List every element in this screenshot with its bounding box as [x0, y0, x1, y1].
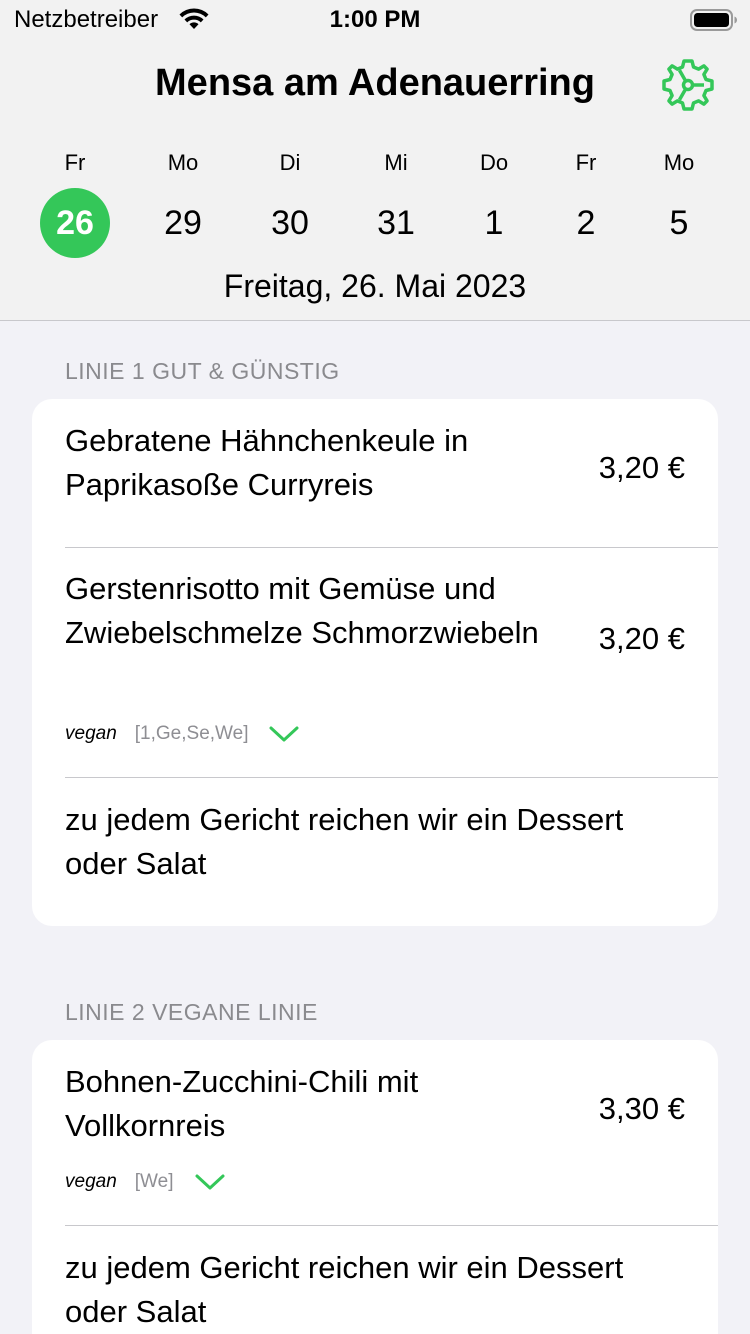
meal-row[interactable]: Bohnen-Zucchini-Chili mit Vollkornreis 3… — [32, 1040, 718, 1225]
day-item-di-30[interactable]: Di 30 — [250, 148, 330, 258]
meal-row[interactable]: zu jedem Gericht reichen wir ein Dessert… — [32, 1226, 718, 1334]
day-number: 29 — [164, 204, 202, 242]
day-name: Fr — [64, 150, 86, 175]
allergens-label: [We] — [134, 1171, 174, 1192]
status-bar: Netzbetreiber 1:00 PM — [0, 0, 750, 40]
meal-row[interactable]: Gebratene Hähnchenkeule in Paprikasoße C… — [32, 399, 718, 547]
meal-name: zu jedem Gericht reichen wir ein Dessert… — [65, 1250, 624, 1329]
meal-name: Bohnen-Zucchini-Chili mit Vollkornreis — [65, 1064, 419, 1143]
day-name: Do — [479, 150, 509, 175]
meal-price: 3,30 € — [598, 1091, 685, 1126]
status-time: 1:00 PM — [329, 6, 421, 33]
meal-price: 3,20 € — [598, 450, 685, 485]
day-item-mo-29[interactable]: Mo 29 — [143, 148, 223, 258]
gear-icon[interactable] — [660, 57, 716, 113]
day-item-fr-2[interactable]: Fr 2 — [546, 148, 626, 258]
allergens-label: [1,Ge,Se,We] — [134, 723, 249, 744]
day-number: 1 — [484, 204, 504, 242]
day-item-do-1[interactable]: Do 1 — [454, 148, 534, 258]
day-item-fr-26[interactable]: Fr 26 — [35, 148, 115, 258]
day-name: Mo — [663, 150, 695, 175]
chevron-down-icon[interactable] — [268, 724, 300, 744]
chevron-down-icon[interactable] — [194, 1172, 226, 1192]
meal-meta: vegan [We] — [65, 1167, 226, 1197]
day-number: 30 — [271, 204, 309, 242]
day-item-mo-5[interactable]: Mo 5 — [639, 148, 719, 258]
meal-row[interactable]: zu jedem Gericht reichen wir ein Dessert… — [32, 778, 718, 926]
meal-name: zu jedem Gericht reichen wir ein Dessert… — [65, 802, 624, 881]
meal-meta: vegan [1,Ge,Se,We] — [65, 719, 300, 749]
selected-date: Freitag, 26. Mai 2023 — [223, 268, 527, 304]
page-title: Mensa am Adenauerring — [155, 62, 595, 104]
day-name: Di — [279, 150, 301, 175]
screen: Netzbetreiber 1:00 PM Mensa am Adenauerr… — [0, 0, 750, 1334]
day-name: Mi — [384, 150, 408, 175]
diet-label: vegan — [65, 1171, 117, 1192]
day-number: 26 — [40, 188, 110, 258]
section-header-linie-2: LINIE 2 VEGANE LINIE — [65, 999, 318, 1025]
day-name: Mo — [167, 150, 199, 175]
header: Netzbetreiber 1:00 PM Mensa am Adenauerr… — [0, 0, 750, 321]
meal-name: Gebratene Hähnchenkeule in Paprikasoße C… — [65, 423, 469, 502]
day-selector: Fr 26 Mo 29 Di 30 Mi 31 Do 1 Fr 2 Mo 5 — [0, 148, 750, 268]
day-number: 31 — [377, 204, 415, 242]
meal-card-linie-2: Bohnen-Zucchini-Chili mit Vollkornreis 3… — [32, 1040, 718, 1334]
meal-row[interactable]: Gerstenrisotto mit Gemüse und Zwiebelsch… — [32, 548, 718, 777]
day-item-mi-31[interactable]: Mi 31 — [356, 148, 436, 258]
day-number: 5 — [669, 204, 689, 242]
day-name: Fr — [575, 150, 597, 175]
battery-icon — [690, 9, 737, 31]
meal-card-linie-1: Gebratene Hähnchenkeule in Paprikasoße C… — [32, 399, 718, 926]
meal-name: Gerstenrisotto mit Gemüse und Zwiebelsch… — [65, 571, 539, 650]
diet-label: vegan — [65, 723, 117, 744]
section-header-linie-1: LINIE 1 GUT & GÜNSTIG — [65, 358, 340, 384]
meal-price: 3,20 € — [598, 621, 685, 656]
day-number: 2 — [576, 204, 596, 242]
